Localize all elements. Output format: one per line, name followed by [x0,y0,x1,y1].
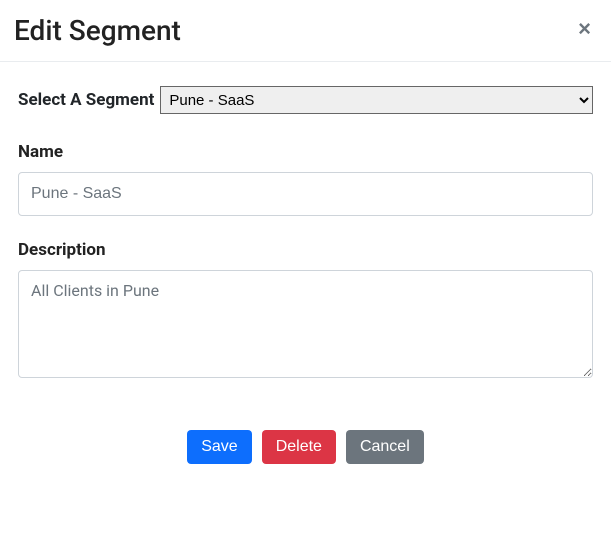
name-label: Name [18,142,593,162]
segment-select-row: Select A Segment Pune - SaaS [18,86,593,114]
select-segment-label: Select A Segment [18,90,154,110]
segment-select[interactable]: Pune - SaaS [160,86,593,114]
close-icon[interactable]: × [574,14,595,44]
cancel-button[interactable]: Cancel [346,430,424,464]
name-input[interactable] [18,172,593,216]
modal-body: Select A Segment Pune - SaaS Name Descri… [0,62,611,390]
modal-footer: Save Delete Cancel [0,390,611,476]
description-label: Description [18,240,593,260]
save-button[interactable]: Save [187,430,251,464]
modal-header: Edit Segment × [0,0,611,62]
delete-button[interactable]: Delete [262,430,336,464]
modal-title: Edit Segment [14,14,181,47]
description-input[interactable]: All Clients in Pune [18,270,593,378]
